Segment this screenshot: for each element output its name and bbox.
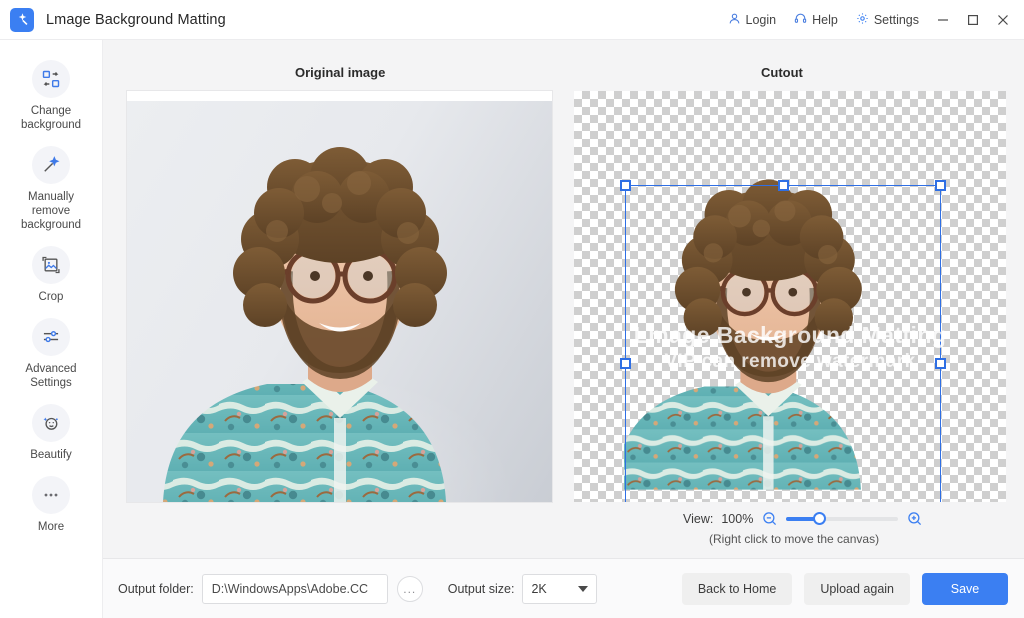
magic-wand-icon	[32, 146, 70, 184]
smiley-sparkle-icon	[32, 404, 70, 442]
help-button[interactable]: Help	[785, 6, 847, 34]
crop-image-icon	[32, 246, 70, 284]
application-window: Lmage Background Matting Login Help	[0, 0, 1024, 618]
sidebar-item-crop[interactable]: Crop	[0, 240, 102, 306]
view-controls: View: 100% (Right clic	[683, 510, 1013, 546]
browse-folder-button[interactable]: ...	[397, 576, 423, 602]
gear-icon	[856, 12, 869, 28]
resize-handle-top-right[interactable]	[935, 180, 946, 191]
original-image-title: Original image	[295, 65, 385, 80]
photo-top-strip	[127, 91, 552, 101]
view-label: View:	[683, 512, 713, 526]
output-folder-group: Output folder: D:\WindowsApps\Adobe.CC .…	[118, 574, 423, 604]
original-photo	[127, 91, 552, 502]
output-size-label: Output size:	[448, 582, 515, 596]
canvas-hint: (Right click to move the canvas)	[709, 532, 879, 546]
output-size-select[interactable]: 2K	[522, 574, 597, 604]
settings-button[interactable]: Settings	[847, 6, 928, 34]
view-row: View: 100%	[683, 510, 923, 527]
sidebar-label: Manually remove background	[8, 190, 94, 232]
settings-label: Settings	[874, 13, 919, 27]
app-title: Lmage Background Matting	[46, 12, 226, 28]
headset-icon	[794, 12, 807, 28]
output-folder-label: Output folder:	[118, 582, 194, 596]
action-buttons: Back to Home Upload again Save	[682, 573, 1008, 605]
sidebar-item-advanced-settings[interactable]: Advanced Settings	[0, 312, 102, 392]
zoom-slider[interactable]	[786, 512, 898, 526]
workspace: Original image Cutout	[103, 40, 1024, 558]
sliders-icon	[32, 318, 70, 356]
upload-again-button[interactable]: Upload again	[804, 573, 910, 605]
sidebar-label: Advanced Settings	[8, 362, 94, 390]
output-folder-input[interactable]: D:\WindowsApps\Adobe.CC	[202, 574, 388, 604]
resize-handle-middle-left[interactable]	[620, 358, 631, 369]
slider-knob[interactable]	[813, 512, 826, 525]
titlebar-actions: Login Help Settings	[719, 5, 1024, 35]
zoom-out-icon[interactable]	[761, 510, 778, 527]
zoom-in-icon[interactable]	[906, 510, 923, 527]
sidebar: Change background Manually remove backgr…	[0, 40, 103, 618]
user-icon	[728, 12, 741, 28]
view-percentage: 100%	[721, 512, 753, 526]
title-bar: Lmage Background Matting Login Help	[0, 0, 1024, 40]
selection-box[interactable]	[625, 185, 941, 502]
help-label: Help	[812, 13, 838, 27]
swap-images-icon	[32, 60, 70, 98]
resize-handle-top-left[interactable]	[620, 180, 631, 191]
output-size-value: 2K	[531, 582, 546, 596]
resize-handle-top-center[interactable]	[778, 180, 789, 191]
output-size-group: Output size: 2K	[448, 574, 598, 604]
ellipsis-icon	[32, 476, 70, 514]
cutout-title: Cutout	[761, 65, 803, 80]
sidebar-item-manually-remove-background[interactable]: Manually remove background	[0, 140, 102, 234]
minimize-button[interactable]	[928, 5, 958, 35]
chevron-down-icon	[578, 582, 588, 596]
sidebar-label: Crop	[39, 290, 64, 304]
bottom-toolbar: Output folder: D:\WindowsApps\Adobe.CC .…	[103, 558, 1024, 618]
app-logo-icon	[10, 8, 34, 32]
sidebar-item-change-background[interactable]: Change background	[0, 54, 102, 134]
sidebar-label: Change background	[8, 104, 94, 132]
maximize-button[interactable]	[958, 5, 988, 35]
login-button[interactable]: Login	[719, 6, 786, 34]
sidebar-item-beautify[interactable]: Beautify	[0, 398, 102, 464]
original-image-panel[interactable]	[127, 91, 552, 502]
cutout-panel[interactable]: Lmage Background Matting VIP can remove …	[574, 91, 1006, 502]
save-button[interactable]: Save	[922, 573, 1008, 605]
close-button[interactable]	[988, 5, 1018, 35]
sidebar-label: Beautify	[30, 448, 72, 462]
sidebar-label: More	[38, 520, 64, 534]
back-to-home-button[interactable]: Back to Home	[682, 573, 793, 605]
resize-handle-middle-right[interactable]	[935, 358, 946, 369]
sidebar-item-more[interactable]: More	[0, 470, 102, 536]
portrait-illustration	[127, 91, 552, 502]
login-label: Login	[746, 13, 777, 27]
